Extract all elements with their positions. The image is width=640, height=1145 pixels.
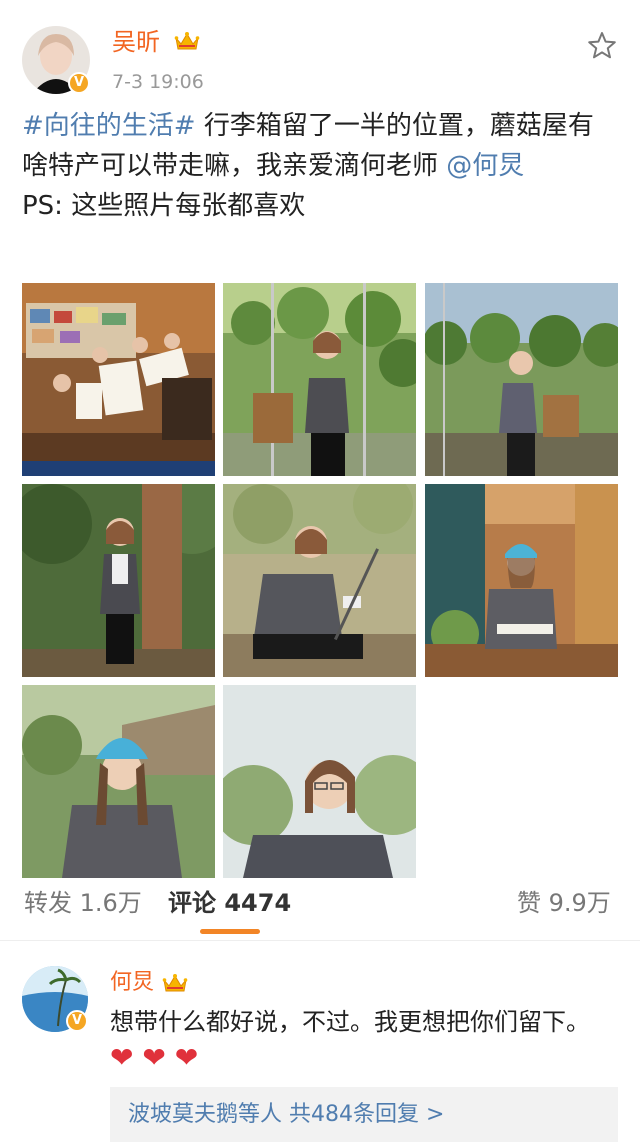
repost-count: 1.6万 <box>79 889 142 917</box>
verified-badge-icon: V <box>66 1010 88 1032</box>
repost-label: 转发 <box>24 889 72 917</box>
active-tab-indicator <box>200 929 260 934</box>
commenter-name[interactable]: 何炅 <box>110 966 154 1000</box>
comment-text: 想带什么都好说，不过。我更想把你们留下。 ❤ ❤ ❤ <box>110 1005 610 1077</box>
crown-icon[interactable] <box>162 972 188 998</box>
star-icon[interactable] <box>586 30 618 62</box>
photo-3[interactable] <box>425 283 618 476</box>
post-text: #向往的生活# 行李箱留了一半的位置，蘑菇屋有啥特产可以带走嘛，我亲爱滴何老师 … <box>22 106 618 226</box>
photo-7[interactable] <box>22 685 215 878</box>
like-button[interactable]: 赞 9.9万 <box>517 886 611 920</box>
comment-body: 想带什么都好说，不过。我更想把你们留下。 <box>110 1008 590 1036</box>
photo-6[interactable] <box>425 484 618 677</box>
like-label: 赞 <box>517 889 541 917</box>
divider <box>0 940 640 941</box>
view-replies-button[interactable]: 波坡莫夫鹅等人 共484条回复 > <box>110 1087 618 1142</box>
heart-emoji-icons: ❤ ❤ ❤ <box>110 1041 199 1074</box>
author-name[interactable]: 吴昕 <box>112 26 160 58</box>
mention-link[interactable]: @何炅 <box>446 151 524 181</box>
photo-2[interactable] <box>223 283 416 476</box>
repost-button[interactable]: 转发 1.6万 <box>24 886 142 920</box>
post-ps: PS: 这些照片每张都喜欢 <box>22 191 306 221</box>
hashtag-link[interactable]: #向往的生活# <box>22 111 196 141</box>
verified-badge-icon: V <box>68 72 90 94</box>
crown-icon[interactable] <box>174 30 200 56</box>
photo-5[interactable] <box>223 484 416 677</box>
comment-count: 4474 <box>224 889 292 917</box>
like-count: 9.9万 <box>548 889 611 917</box>
comment-label: 评论 <box>168 889 216 917</box>
photo-8[interactable] <box>223 685 416 878</box>
post-timestamp: 7-3 19:06 <box>112 71 204 93</box>
photo-1[interactable] <box>22 283 215 476</box>
photo-4[interactable] <box>22 484 215 677</box>
comment-tab[interactable]: 评论 4474 <box>168 886 291 920</box>
